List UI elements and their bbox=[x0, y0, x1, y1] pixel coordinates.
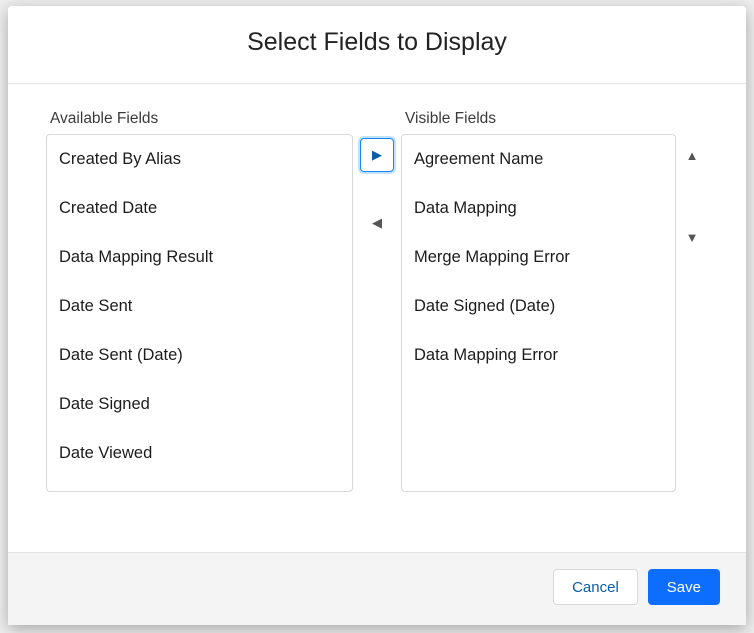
triangle-down-icon: ▼ bbox=[686, 230, 699, 245]
move-controls: ▶ ◀ bbox=[353, 110, 401, 542]
modal-body: Available Fields Created By AliasCreated… bbox=[8, 84, 746, 552]
triangle-right-icon: ▶ bbox=[372, 147, 382, 163]
available-field-item[interactable]: Date Signed bbox=[47, 380, 352, 429]
available-field-item[interactable]: Created Date bbox=[47, 184, 352, 233]
visible-field-item[interactable]: Agreement Name bbox=[402, 135, 675, 184]
reorder-controls: ▲ ▼ bbox=[676, 110, 708, 542]
move-left-button[interactable]: ◀ bbox=[360, 206, 394, 240]
move-up-button[interactable]: ▲ bbox=[675, 138, 709, 172]
triangle-left-icon: ◀ bbox=[372, 215, 382, 231]
visible-field-item[interactable]: Merge Mapping Error bbox=[402, 233, 675, 282]
modal-footer: Cancel Save bbox=[8, 552, 746, 625]
select-fields-modal: Select Fields to Display Available Field… bbox=[8, 6, 746, 625]
triangle-up-icon: ▲ bbox=[686, 148, 699, 163]
available-fields-listbox[interactable]: Created By AliasCreated DateData Mapping… bbox=[46, 134, 353, 492]
available-field-item[interactable]: Date Viewed bbox=[47, 429, 352, 478]
save-button[interactable]: Save bbox=[648, 569, 720, 605]
visible-field-item[interactable]: Data Mapping bbox=[402, 184, 675, 233]
visible-fields-column: Visible Fields Agreement NameData Mappin… bbox=[401, 110, 676, 542]
modal-header: Select Fields to Display bbox=[8, 6, 746, 84]
cancel-button[interactable]: Cancel bbox=[553, 569, 638, 605]
available-field-item[interactable]: Data Mapping Result bbox=[47, 233, 352, 282]
available-field-item[interactable]: Created By Alias bbox=[47, 135, 352, 184]
move-right-button[interactable]: ▶ bbox=[360, 138, 394, 172]
modal-title: Select Fields to Display bbox=[247, 28, 507, 56]
available-fields-label: Available Fields bbox=[46, 110, 353, 128]
available-fields-column: Available Fields Created By AliasCreated… bbox=[46, 110, 353, 542]
available-field-item[interactable]: Date Sent bbox=[47, 282, 352, 331]
available-field-item[interactable]: Date Sent (Date) bbox=[47, 331, 352, 380]
visible-fields-label: Visible Fields bbox=[401, 110, 676, 128]
move-down-button[interactable]: ▼ bbox=[675, 220, 709, 254]
visible-fields-listbox[interactable]: Agreement NameData MappingMerge Mapping … bbox=[401, 134, 676, 492]
visible-field-item[interactable]: Date Signed (Date) bbox=[402, 282, 675, 331]
visible-field-item[interactable]: Data Mapping Error bbox=[402, 331, 675, 380]
